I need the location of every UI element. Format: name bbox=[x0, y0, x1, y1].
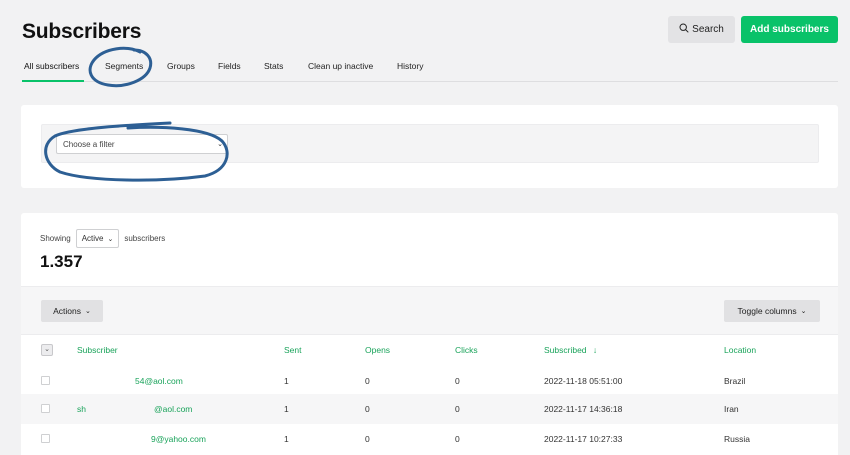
clicks-value: 0 bbox=[455, 376, 460, 386]
filter-select[interactable]: Choose a filter ⌄ bbox=[56, 134, 228, 154]
clicks-value: 0 bbox=[455, 434, 460, 444]
subscribers-label: subscribers bbox=[124, 234, 166, 243]
sent-value: 1 bbox=[284, 434, 289, 444]
sent-value: 1 bbox=[284, 376, 289, 386]
column-header-clicks[interactable]: Clicks bbox=[455, 345, 478, 355]
subscribed-date: 2022-11-17 10:27:33 bbox=[544, 434, 623, 444]
tab-groups[interactable]: Groups bbox=[167, 61, 195, 71]
search-button-label: Search bbox=[692, 24, 724, 35]
subscriber-count: 1.357 bbox=[40, 252, 83, 271]
row-checkbox[interactable] bbox=[41, 376, 50, 385]
chevron-down-icon: ⌄ bbox=[217, 141, 223, 148]
location-value: Brazil bbox=[724, 376, 746, 386]
table-toolbar: Actions ⌄ Toggle columns ⌄ bbox=[21, 286, 838, 335]
column-header-opens[interactable]: Opens bbox=[365, 345, 390, 355]
subscribers-list-card: Showing Active ⌄ subscribers 1.357 Actio… bbox=[21, 213, 838, 455]
chevron-down-icon: ⌄ bbox=[85, 308, 91, 315]
status-select[interactable]: Active ⌄ bbox=[75, 229, 120, 248]
chevron-down-icon: ⌄ bbox=[800, 308, 807, 315]
column-header-subscriber[interactable]: Subscriber bbox=[77, 345, 118, 355]
opens-value: 0 bbox=[365, 376, 370, 386]
filter-card: Choose a filter ⌄ bbox=[21, 105, 838, 188]
select-all-checkbox[interactable]: ⌄ bbox=[41, 344, 53, 356]
opens-value: 0 bbox=[365, 434, 370, 444]
column-header-subscribed-label: Subscribed bbox=[544, 345, 587, 355]
subscriber-email[interactable]: 9@yahoo.com bbox=[151, 434, 206, 444]
tab-clean-up-inactive[interactable]: Clean up inactive bbox=[308, 61, 373, 71]
location-value: Iran bbox=[724, 404, 739, 414]
tab-segments[interactable]: Segments bbox=[105, 61, 143, 71]
tab-bar: All subscribers Segments Groups Fields S… bbox=[22, 56, 838, 82]
chevron-down-icon: ⌄ bbox=[107, 235, 114, 243]
subscribed-date: 2022-11-18 05:51:00 bbox=[544, 376, 623, 386]
tab-history[interactable]: History bbox=[397, 61, 423, 71]
tab-fields[interactable]: Fields bbox=[218, 61, 241, 71]
showing-filter: Showing Active ⌄ subscribers bbox=[40, 229, 165, 248]
actions-label: Actions bbox=[53, 306, 81, 316]
search-icon bbox=[679, 23, 689, 36]
table-row[interactable]: 54@aol.com 1 0 0 2022-11-18 05:51:00 Bra… bbox=[21, 366, 838, 396]
showing-label: Showing bbox=[40, 234, 71, 243]
status-select-value: Active bbox=[81, 234, 104, 243]
opens-value: 0 bbox=[365, 404, 370, 414]
active-tab-indicator bbox=[22, 80, 84, 82]
row-checkbox[interactable] bbox=[41, 404, 50, 413]
subscribed-date: 2022-11-17 14:36:18 bbox=[544, 404, 623, 414]
table-row[interactable]: sh @aol.com 1 0 0 2022-11-17 14:36:18 Ir… bbox=[21, 394, 838, 424]
column-header-subscribed[interactable]: Subscribed ↓ bbox=[544, 345, 597, 355]
sent-value: 1 bbox=[284, 404, 289, 414]
toggle-columns-label: Toggle columns bbox=[737, 306, 797, 316]
filter-select-value: Choose a filter bbox=[63, 140, 115, 149]
column-header-sent[interactable]: Sent bbox=[284, 345, 302, 355]
sort-arrow-icon: ↓ bbox=[592, 345, 598, 355]
actions-button[interactable]: Actions ⌄ bbox=[41, 300, 103, 322]
search-button[interactable]: Search bbox=[668, 16, 735, 43]
location-value: Russia bbox=[724, 434, 750, 444]
subscriber-email[interactable]: @aol.com bbox=[154, 404, 192, 414]
row-checkbox[interactable] bbox=[41, 434, 50, 443]
tab-all-subscribers[interactable]: All subscribers bbox=[24, 61, 79, 71]
table-header: ⌄ Subscriber Sent Opens Clicks Subscribe… bbox=[21, 336, 838, 366]
clicks-value: 0 bbox=[455, 404, 460, 414]
toggle-columns-button[interactable]: Toggle columns ⌄ bbox=[724, 300, 820, 322]
table-row[interactable]: 9@yahoo.com 1 0 0 2022-11-17 10:27:33 Ru… bbox=[21, 424, 838, 454]
page-title: Subscribers bbox=[22, 20, 142, 43]
filter-bar: Choose a filter ⌄ bbox=[41, 124, 819, 163]
tab-stats[interactable]: Stats bbox=[264, 61, 283, 71]
subscriber-email-prefix[interactable]: sh bbox=[77, 404, 86, 414]
add-subscribers-button[interactable]: Add subscribers bbox=[741, 16, 838, 43]
add-subscribers-label: Add subscribers bbox=[750, 24, 829, 35]
column-header-location[interactable]: Location bbox=[724, 345, 756, 355]
subscriber-email[interactable]: 54@aol.com bbox=[135, 376, 183, 386]
